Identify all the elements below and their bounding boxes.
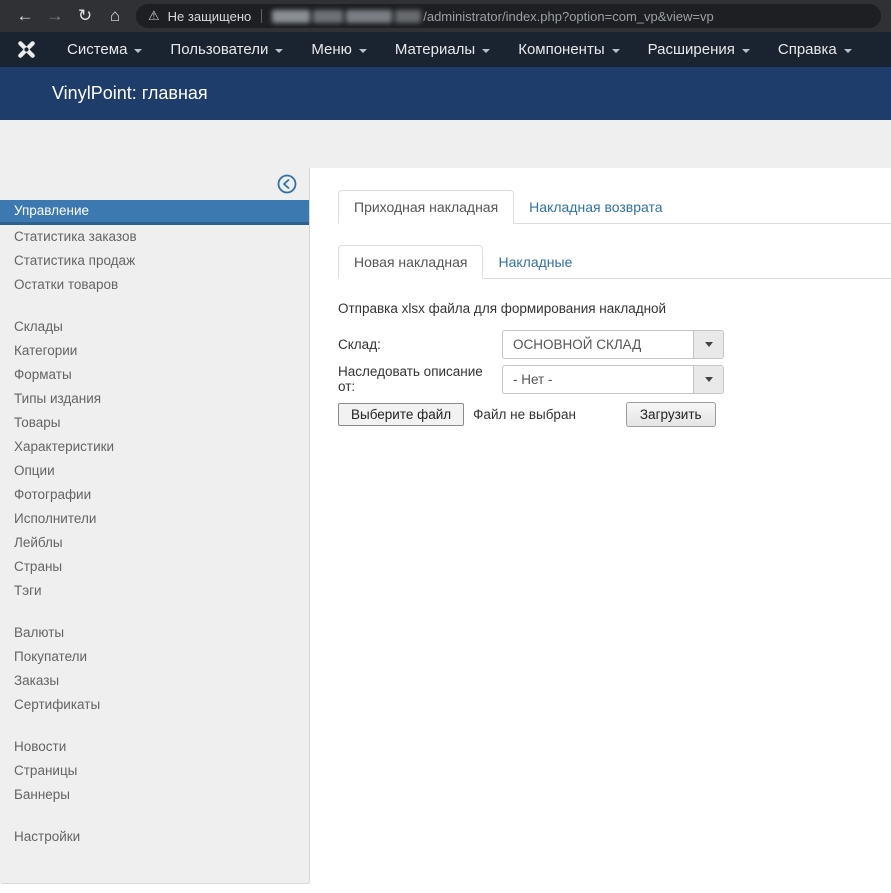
menu-system[interactable]: Система bbox=[53, 32, 156, 67]
sidebar-item-options[interactable]: Опции bbox=[0, 459, 309, 483]
upload-button[interactable]: Загрузить bbox=[625, 402, 716, 427]
admin-menubar: Система Пользователи Меню Материалы Комп… bbox=[0, 32, 891, 67]
divider bbox=[261, 9, 263, 23]
sidebar-item-currencies[interactable]: Валюты bbox=[0, 621, 309, 645]
chevron-down-icon bbox=[843, 48, 852, 53]
sidebar-collapse-icon[interactable] bbox=[277, 174, 297, 194]
home-icon[interactable]: ⌂ bbox=[100, 2, 130, 30]
chevron-down-icon bbox=[741, 48, 750, 53]
choose-file-button[interactable]: Выберите файл bbox=[338, 403, 465, 426]
sidebar: Управление Статистика заказов Статистика… bbox=[0, 168, 310, 884]
invoice-tabs: Приходная накладная Накладная возврата bbox=[338, 190, 891, 224]
sidebar-item-categories[interactable]: Категории bbox=[0, 339, 309, 363]
inherit-description-label: Наследовать описание от: bbox=[338, 364, 483, 394]
tab-return-invoice[interactable]: Накладная возврата bbox=[514, 191, 677, 223]
sidebar-item-edition-types[interactable]: Типы издания bbox=[0, 387, 309, 411]
inherit-description-select-value: - Нет - bbox=[513, 371, 553, 387]
warehouse-select-value: ОСНОВНОЙ СКЛАД bbox=[513, 337, 642, 352]
sidebar-item-formats[interactable]: Форматы bbox=[0, 363, 309, 387]
sidebar-item-characteristics[interactable]: Характеристики bbox=[0, 435, 309, 459]
chevron-down-icon bbox=[482, 48, 491, 53]
sidebar-item-banners[interactable]: Баннеры bbox=[0, 783, 309, 807]
tab-new-invoice[interactable]: Новая накладная bbox=[338, 245, 484, 279]
sidebar-item-labels[interactable]: Лейблы bbox=[0, 531, 309, 555]
sidebar-item-sales-stats[interactable]: Статистика продаж bbox=[0, 249, 309, 273]
sidebar-item-customers[interactable]: Покупатели bbox=[0, 645, 309, 669]
warehouse-label: Склад: bbox=[338, 337, 381, 352]
forward-icon[interactable]: → bbox=[40, 2, 70, 30]
not-secure-warning-icon[interactable]: ⚠ bbox=[148, 8, 160, 24]
joomla-logo-icon[interactable] bbox=[0, 39, 53, 60]
warehouse-select[interactable]: ОСНОВНОЙ СКЛАД bbox=[502, 330, 724, 359]
invoice-subtabs: Новая накладная Накладные bbox=[338, 245, 891, 279]
sidebar-item-pages[interactable]: Страницы bbox=[0, 759, 309, 783]
page-header: VinylPoint: главная bbox=[0, 67, 891, 120]
address-bar[interactable]: ⚠ Не защищено /administrator/index.php?o… bbox=[136, 4, 881, 28]
reload-icon[interactable]: ↻ bbox=[70, 2, 100, 30]
chevron-down-icon bbox=[358, 48, 367, 53]
sidebar-item-certificates[interactable]: Сертификаты bbox=[0, 693, 309, 717]
inherit-description-select[interactable]: - Нет - bbox=[502, 364, 724, 394]
file-status-text: Файл не выбран bbox=[473, 407, 576, 422]
menu-users[interactable]: Пользователи bbox=[156, 32, 297, 67]
sidebar-item-tags[interactable]: Тэги bbox=[0, 579, 309, 603]
chevron-down-icon bbox=[275, 48, 284, 53]
url-path: /administrator/index.php?option=com_vp&v… bbox=[423, 8, 714, 24]
security-status-label: Не защищено bbox=[167, 8, 252, 24]
page-title: VinylPoint: главная bbox=[52, 83, 208, 103]
sidebar-item-settings[interactable]: Настройки bbox=[0, 825, 309, 849]
menu-content[interactable]: Материалы bbox=[381, 32, 504, 67]
sidebar-item-news[interactable]: Новости bbox=[0, 735, 309, 759]
upload-description: Отправка xlsx файла для формирования нак… bbox=[338, 301, 667, 316]
chevron-down-icon bbox=[611, 48, 620, 53]
chevron-down-icon bbox=[134, 48, 143, 53]
menu-menus[interactable]: Меню bbox=[297, 32, 381, 67]
menu-components[interactable]: Компоненты bbox=[504, 32, 633, 67]
main-content: Приходная накладная Накладная возврата Н… bbox=[310, 168, 891, 893]
sidebar-item-photos[interactable]: Фотографии bbox=[0, 483, 309, 507]
menu-help[interactable]: Справка bbox=[764, 32, 866, 67]
sidebar-item-artists[interactable]: Исполнители bbox=[0, 507, 309, 531]
menu-extensions[interactable]: Расширения bbox=[634, 32, 764, 67]
sidebar-item-management[interactable]: Управление bbox=[0, 200, 309, 225]
sidebar-item-warehouses[interactable]: Склады bbox=[0, 315, 309, 339]
tab-invoices-list[interactable]: Накладные bbox=[483, 246, 587, 278]
sidebar-item-countries[interactable]: Страны bbox=[0, 555, 309, 579]
body-top-band bbox=[0, 120, 891, 168]
dropdown-caret-icon[interactable] bbox=[693, 365, 723, 393]
sidebar-item-products[interactable]: Товары bbox=[0, 411, 309, 435]
sidebar-item-stock[interactable]: Остатки товаров bbox=[0, 273, 309, 297]
tab-incoming-invoice[interactable]: Приходная накладная bbox=[338, 190, 515, 224]
dropdown-caret-icon[interactable] bbox=[693, 331, 723, 358]
sidebar-item-order-stats[interactable]: Статистика заказов bbox=[0, 225, 309, 249]
redacted-domain bbox=[272, 9, 422, 23]
back-icon[interactable]: ← bbox=[10, 2, 40, 30]
browser-toolbar: ← → ↻ ⌂ ⚠ Не защищено /administrator/ind… bbox=[0, 0, 891, 32]
sidebar-item-orders[interactable]: Заказы bbox=[0, 669, 309, 693]
